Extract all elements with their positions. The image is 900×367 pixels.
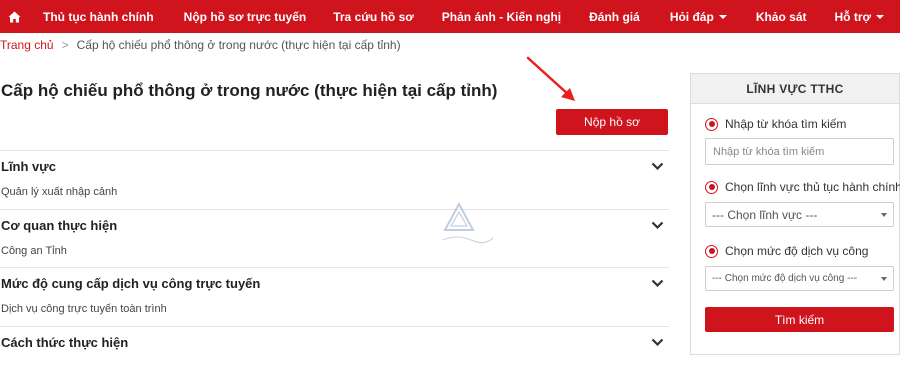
section-title[interactable]: Cơ quan thực hiện (1, 218, 117, 233)
search-button[interactable]: Tìm kiếm (705, 307, 894, 332)
breadcrumb: Trang chủ > Cấp hộ chiếu phổ thông ở tro… (0, 38, 401, 52)
select-caret-icon (881, 277, 887, 281)
nav-item-danh-gia[interactable]: Đánh giá (589, 0, 640, 33)
chevron-down-icon[interactable] (651, 338, 664, 347)
divider (0, 150, 669, 151)
watermark-logo (442, 201, 494, 244)
caret-down-icon (718, 14, 727, 19)
nav-item-hoi-dap[interactable]: Hỏi đáp (670, 0, 727, 33)
section-value: Dịch vụ công trực tuyến toàn trình (1, 303, 167, 315)
nav-item-tra-cuu[interactable]: Tra cứu hồ sơ (333, 0, 414, 33)
breadcrumb-current: Cấp hộ chiếu phổ thông ở trong nước (thự… (76, 38, 401, 52)
field-select[interactable]: --- Chọn lĩnh vực --- (705, 202, 894, 227)
caret-down-icon (876, 14, 885, 19)
section-value: Quản lý xuất nhập cảnh (1, 186, 118, 198)
nav-item-phan-anh[interactable]: Phản ánh - Kiến nghị (442, 0, 561, 33)
section-title[interactable]: Lĩnh vực (1, 159, 56, 174)
radio-selected-icon[interactable] (705, 117, 718, 131)
panel-title: LĨNH VỰC TTHC (691, 74, 899, 104)
field-radio-option[interactable]: Chọn lĩnh vực thủ tục hành chính (705, 180, 900, 194)
nav-item-ho-tro[interactable]: Hỗ trợ (835, 0, 885, 33)
nav-item-thu-tuc[interactable]: Thủ tục hành chính (43, 0, 154, 33)
level-radio-option[interactable]: Chọn mức độ dịch vụ công (705, 244, 868, 258)
section-value: Công an Tỉnh (1, 245, 67, 257)
divider (0, 326, 669, 327)
breadcrumb-home-link[interactable]: Trang chủ (0, 38, 54, 52)
divider (0, 267, 669, 268)
level-select[interactable]: --- Chọn mức độ dịch vụ công --- (705, 266, 894, 291)
keyword-radio-option[interactable]: Nhập từ khóa tìm kiếm (705, 117, 846, 131)
nav-item-khao-sat[interactable]: Khảo sát (756, 0, 807, 33)
select-caret-icon (881, 213, 887, 217)
section-title[interactable]: Mức độ cung cấp dịch vụ công trực tuyến (1, 276, 260, 291)
chevron-down-icon[interactable] (651, 221, 664, 230)
annotation-arrow-icon (526, 56, 575, 101)
filter-panel: LĨNH VỰC TTHC Nhập từ khóa tìm kiếm Chọn… (690, 73, 900, 355)
breadcrumb-separator: > (61, 38, 69, 52)
submit-application-button[interactable]: Nộp hồ sơ (556, 109, 668, 135)
divider (0, 209, 669, 210)
page-title: Cấp hộ chiếu phổ thông ở trong nước (thự… (1, 81, 498, 100)
radio-selected-icon[interactable] (705, 244, 718, 258)
section-title[interactable]: Cách thức thực hiện (1, 335, 128, 350)
top-navigation: Thủ tục hành chính Nộp hồ sơ trực tuyến … (0, 0, 900, 33)
radio-selected-icon[interactable] (705, 180, 718, 194)
chevron-down-icon[interactable] (651, 162, 664, 171)
nav-home-button[interactable] (0, 0, 28, 33)
keyword-search-input[interactable] (705, 138, 894, 165)
nav-item-nop-ho-so[interactable]: Nộp hồ sơ trực tuyến (184, 0, 307, 33)
home-icon (8, 11, 20, 22)
chevron-down-icon[interactable] (651, 279, 664, 288)
